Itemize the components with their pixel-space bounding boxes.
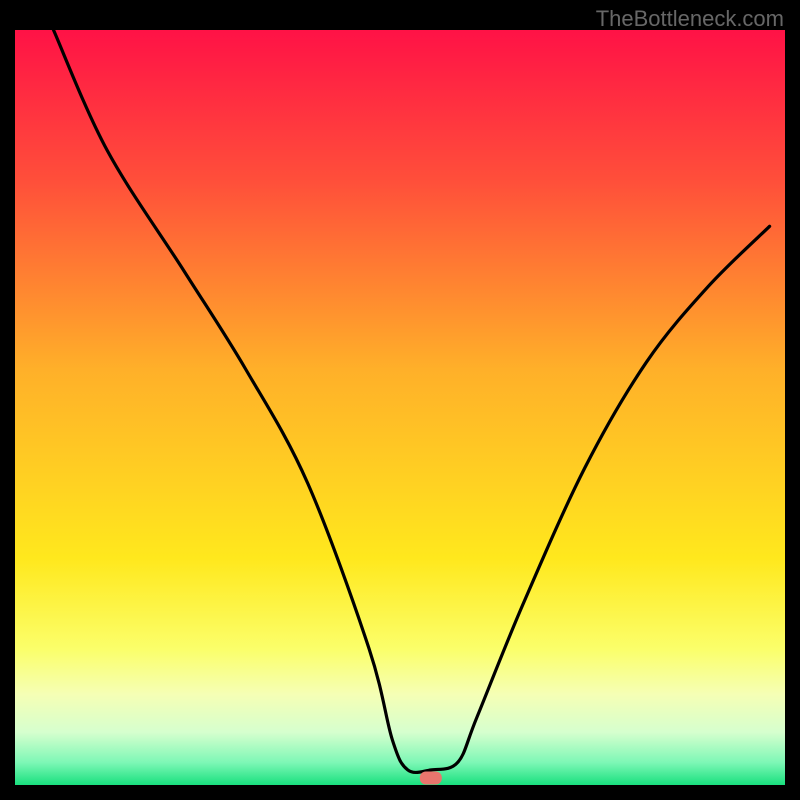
chart-frame (15, 30, 785, 785)
bottleneck-chart (15, 30, 785, 785)
optimal-marker (420, 771, 442, 784)
chart-background (15, 30, 785, 785)
watermark-text: TheBottleneck.com (596, 6, 784, 32)
